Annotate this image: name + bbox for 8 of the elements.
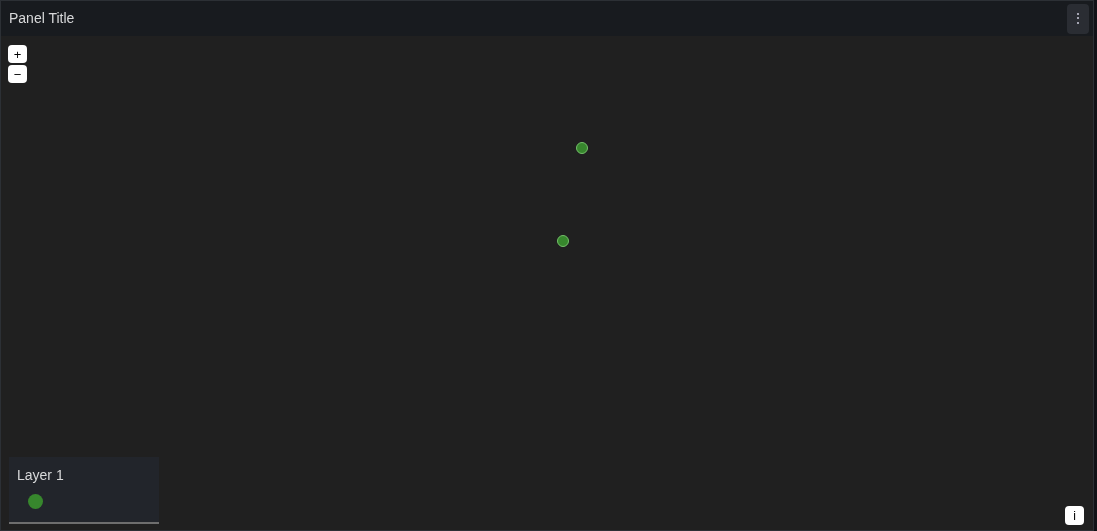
menu-button[interactable]: ⋮ bbox=[1067, 3, 1089, 34]
layer-name: Layer 1 bbox=[17, 466, 65, 485]
zoom-out-button[interactable]: − bbox=[8, 65, 27, 83]
map-marker bbox=[576, 142, 588, 154]
zoom-in-button[interactable]: + bbox=[8, 45, 27, 63]
info-button[interactable]: i bbox=[1065, 506, 1084, 525]
panel-title: Panel Title bbox=[9, 9, 75, 28]
map-marker bbox=[557, 235, 569, 247]
